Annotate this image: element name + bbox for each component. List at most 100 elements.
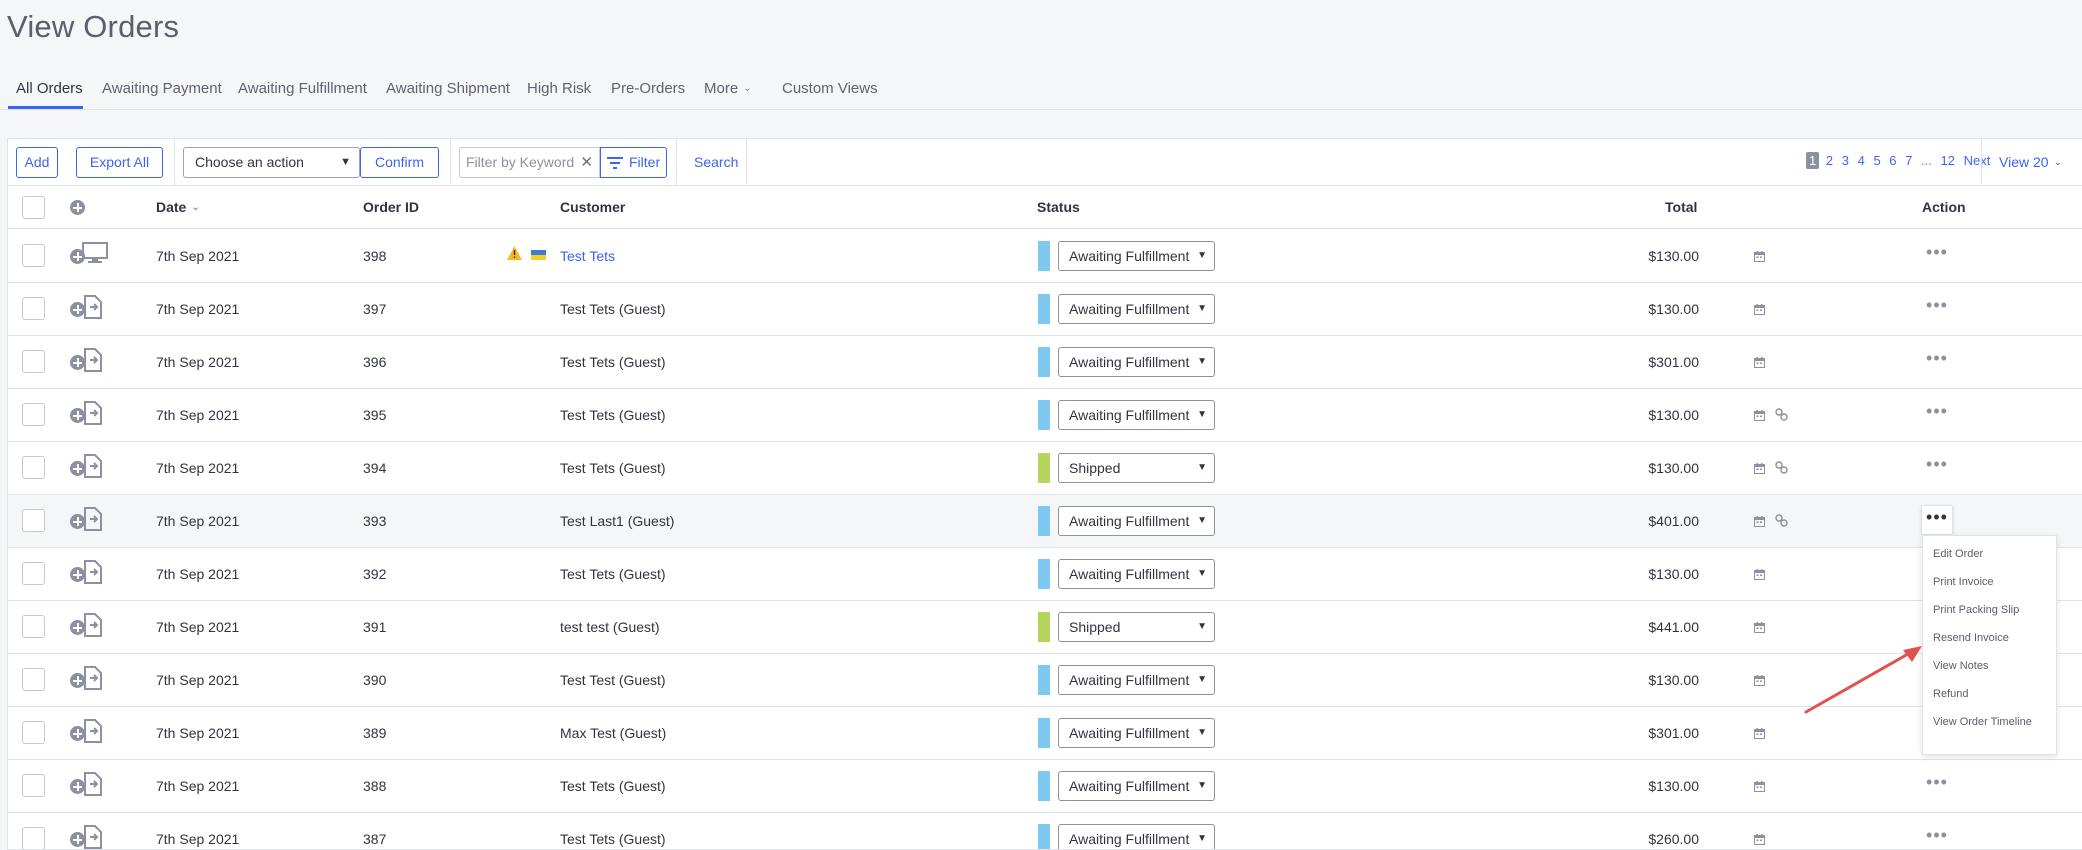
order-id: 394	[363, 460, 387, 476]
action-menu-item[interactable]: Resend Invoice	[1933, 632, 2009, 644]
next-page-link[interactable]: Next	[1964, 153, 1991, 168]
row-checkbox[interactable]	[22, 509, 45, 532]
table-row[interactable]: 7th Sep 2021 388 Test Tets (Guest) Awaiting…	[8, 760, 2082, 813]
row-checkbox[interactable]	[22, 350, 45, 373]
table-row[interactable]: 7th Sep 2021 398 Test Tets Awaiting Fulfill…	[8, 230, 2082, 283]
row-checkbox[interactable]	[22, 721, 45, 744]
page-link[interactable]: 5	[1873, 153, 1880, 168]
tab-all-orders[interactable]: All Orders	[16, 80, 83, 97]
row-checkbox[interactable]	[22, 456, 45, 479]
row-checkbox[interactable]	[22, 403, 45, 426]
table-row[interactable]: 7th Sep 2021 395 Test Tets (Guest) Awaiting…	[8, 389, 2082, 442]
row-checkbox[interactable]	[22, 668, 45, 691]
bulk-action-select[interactable]: Choose an action ▼	[183, 147, 360, 178]
more-actions-button[interactable]: •••	[1921, 296, 1953, 320]
filter-button[interactable]: Filter	[600, 147, 667, 178]
link-icon[interactable]	[1775, 514, 1788, 532]
page-link[interactable]: 4	[1858, 153, 1865, 168]
more-actions-button[interactable]: •••	[1921, 773, 1953, 797]
table-row[interactable]: 7th Sep 2021 390 Test Test (Guest) Awaiting…	[8, 654, 2082, 707]
status-select[interactable]: Awaiting Fulfillment ▼	[1058, 347, 1215, 377]
col-header-total[interactable]: Total	[1665, 199, 1697, 215]
row-checkbox[interactable]	[22, 774, 45, 797]
status-select[interactable]: Awaiting Fulfillment ▼	[1058, 824, 1215, 849]
table-row[interactable]: 7th Sep 2021 393 Test Last1 (Guest) Awaitin…	[8, 495, 2082, 548]
status-select[interactable]: Awaiting Fulfillment ▼	[1058, 771, 1215, 801]
page-link[interactable]: 6	[1889, 153, 1896, 168]
col-header-order-id[interactable]: Order ID	[363, 199, 419, 215]
calendar-icon[interactable]	[1754, 673, 1765, 691]
status-select[interactable]: Awaiting Fulfillment ▼	[1058, 241, 1215, 271]
status-select[interactable]: Shipped ▼	[1058, 612, 1215, 642]
action-menu-item[interactable]: View Order Timeline	[1933, 716, 2032, 728]
status-select[interactable]: Awaiting Fulfillment ▼	[1058, 294, 1215, 324]
status-select[interactable]: Awaiting Fulfillment ▼	[1058, 559, 1215, 589]
table-row[interactable]: 7th Sep 2021 389 Max Test (Guest) Awaiting …	[8, 707, 2082, 760]
view-per-page-select[interactable]: View 20 ⌄	[1999, 154, 2062, 170]
page-link-last[interactable]: 12	[1940, 153, 1954, 168]
page-link[interactable]: 7	[1905, 153, 1912, 168]
filter-keyword-input[interactable]: Filter by Keyword ✕	[459, 147, 600, 178]
row-checkbox[interactable]	[22, 297, 45, 320]
calendar-icon[interactable]	[1754, 726, 1765, 744]
row-checkbox[interactable]	[22, 244, 45, 267]
row-checkbox[interactable]	[22, 562, 45, 585]
row-checkbox[interactable]	[22, 827, 45, 849]
confirm-button[interactable]: Confirm	[360, 147, 439, 178]
calendar-icon[interactable]	[1754, 514, 1765, 532]
calendar-icon[interactable]	[1754, 620, 1765, 638]
more-actions-button[interactable]: •••	[1921, 349, 1953, 373]
tab-awaiting-fulfillment[interactable]: Awaiting Fulfillment	[238, 80, 367, 97]
link-icon[interactable]	[1775, 408, 1788, 426]
tab-custom-views[interactable]: Custom Views	[782, 80, 878, 97]
calendar-icon[interactable]	[1754, 408, 1765, 426]
table-row[interactable]: 7th Sep 2021 397 Test Tets (Guest) Awaiting…	[8, 283, 2082, 336]
calendar-icon[interactable]	[1754, 832, 1765, 849]
action-menu-item[interactable]: Print Packing Slip	[1933, 604, 2019, 616]
customer-link[interactable]: Test Tets	[560, 248, 615, 264]
more-actions-button[interactable]: •••	[1921, 455, 1953, 479]
search-link[interactable]: Search	[694, 154, 738, 170]
calendar-icon[interactable]	[1754, 302, 1765, 320]
export-all-button[interactable]: Export All	[76, 147, 163, 178]
table-row[interactable]: 7th Sep 2021 392 Test Tets (Guest) Awaiting…	[8, 548, 2082, 601]
table-row[interactable]: 7th Sep 2021 387 Test Tets (Guest) Awaiting…	[8, 813, 2082, 849]
action-menu-item[interactable]: Print Invoice	[1933, 576, 1994, 588]
page-link[interactable]: 3	[1842, 153, 1849, 168]
col-header-status[interactable]: Status	[1037, 199, 1080, 215]
link-icon[interactable]	[1775, 461, 1788, 479]
tab-more[interactable]: More ⌄	[704, 80, 752, 97]
action-menu-item[interactable]: Refund	[1933, 688, 1968, 700]
calendar-icon[interactable]	[1754, 249, 1765, 267]
tab-high-risk[interactable]: High Risk	[527, 80, 591, 97]
more-actions-button[interactable]: •••	[1921, 243, 1953, 267]
status-select[interactable]: Awaiting Fulfillment ▼	[1058, 506, 1215, 536]
more-actions-button[interactable]: •••	[1921, 826, 1953, 849]
add-button[interactable]: Add	[16, 147, 58, 178]
calendar-icon[interactable]	[1754, 355, 1765, 373]
col-header-date[interactable]: Date ⌄	[156, 199, 200, 215]
more-actions-button[interactable]: •••	[1921, 402, 1953, 426]
calendar-icon[interactable]	[1754, 461, 1765, 479]
status-select[interactable]: Shipped ▼	[1058, 453, 1215, 483]
tab-awaiting-payment[interactable]: Awaiting Payment	[102, 80, 222, 97]
status-select[interactable]: Awaiting Fulfillment ▼	[1058, 718, 1215, 748]
tab-awaiting-shipment[interactable]: Awaiting Shipment	[386, 80, 510, 97]
page-link[interactable]: 2	[1826, 153, 1833, 168]
row-checkbox[interactable]	[22, 615, 45, 638]
action-menu-item[interactable]: Edit Order	[1933, 548, 1983, 560]
clear-icon[interactable]: ✕	[580, 148, 593, 177]
tab-pre-orders[interactable]: Pre-Orders	[611, 80, 685, 97]
table-row[interactable]: 7th Sep 2021 391 test test (Guest) Shipped ▼…	[8, 601, 2082, 654]
more-actions-button[interactable]: •••	[1921, 505, 1953, 535]
calendar-icon[interactable]	[1754, 779, 1765, 797]
status-select[interactable]: Awaiting Fulfillment ▼	[1058, 665, 1215, 695]
expand-all-icon[interactable]	[70, 200, 85, 215]
calendar-icon[interactable]	[1754, 567, 1765, 585]
select-all-checkbox[interactable]	[22, 196, 45, 219]
col-header-customer[interactable]: Customer	[560, 199, 625, 215]
table-row[interactable]: 7th Sep 2021 394 Test Tets (Guest) Shipped ▼…	[8, 442, 2082, 495]
status-select[interactable]: Awaiting Fulfillment ▼	[1058, 400, 1215, 430]
table-row[interactable]: 7th Sep 2021 396 Test Tets (Guest) Awaiting…	[8, 336, 2082, 389]
action-menu-item[interactable]: View Notes	[1933, 660, 1988, 672]
